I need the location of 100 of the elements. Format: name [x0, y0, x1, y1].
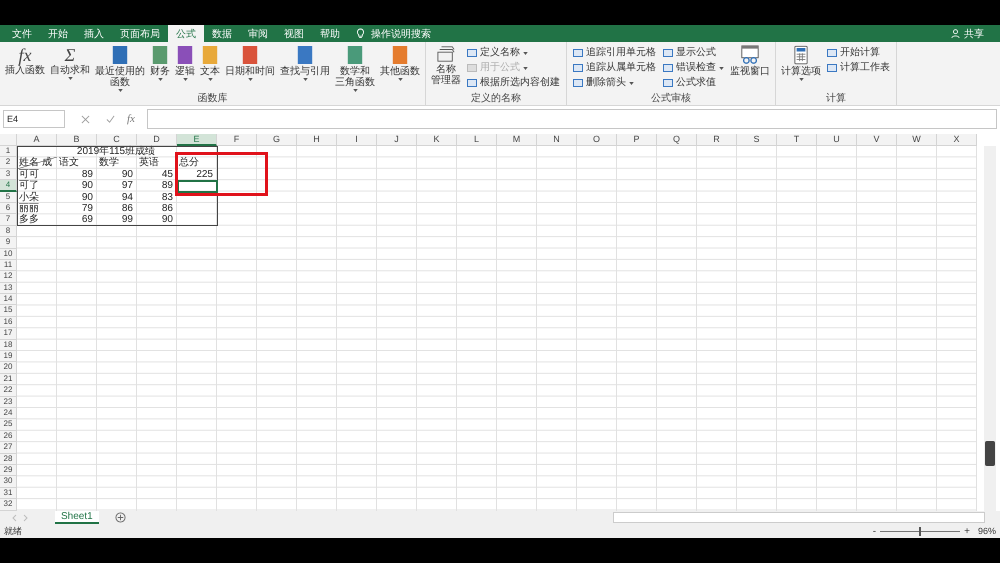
row-header[interactable]: 18 [0, 340, 17, 352]
share-button[interactable]: 共享 [962, 26, 986, 40]
row-header[interactable]: 8 [0, 226, 17, 238]
column-header[interactable]: F [217, 134, 257, 146]
row-header[interactable]: 6 [0, 202, 17, 214]
vertical-scrollbar[interactable] [984, 146, 996, 511]
sheet-tab[interactable]: Sheet1 [55, 511, 99, 524]
ribbon-tab[interactable]: 开始 [40, 25, 76, 42]
column-header[interactable]: P [617, 134, 657, 146]
ribbon-button[interactable]: 计算工作表 [824, 61, 893, 74]
ribbon-tab[interactable]: 页面布局 [112, 25, 168, 42]
ribbon-tab[interactable]: 公式 [168, 25, 204, 42]
zoom-level[interactable]: 96% [978, 526, 996, 536]
ribbon-button[interactable]: 计算选项 [779, 44, 823, 82]
ribbon-button[interactable]: 逻辑 [173, 44, 197, 82]
active-cell[interactable] [177, 180, 218, 193]
row-header[interactable]: 25 [0, 419, 17, 431]
row-header[interactable]: 12 [0, 271, 17, 283]
row-header[interactable]: 10 [0, 248, 17, 260]
column-header[interactable]: M [497, 134, 537, 146]
row-header[interactable]: 30 [0, 476, 17, 488]
ribbon-button[interactable]: 追踪引用单元格 [570, 46, 659, 59]
column-header[interactable]: L [457, 134, 497, 146]
add-sheet-icon[interactable] [114, 512, 126, 523]
column-header[interactable]: N [537, 134, 577, 146]
row-header[interactable]: 5 [0, 192, 17, 203]
ribbon-button[interactable]: 日期和时间 [223, 44, 277, 82]
ribbon-button[interactable]: Σ 自动求和 [48, 44, 92, 81]
column-header[interactable]: T [777, 134, 817, 146]
row-header[interactable]: 13 [0, 282, 17, 294]
ribbon-tab[interactable]: 数据 [204, 25, 240, 42]
row-header[interactable]: 16 [0, 316, 17, 328]
check-icon[interactable] [106, 114, 115, 124]
row-header[interactable]: 31 [0, 488, 17, 500]
row-header[interactable]: 2 [0, 157, 17, 169]
ribbon-tab[interactable]: 帮助 [312, 25, 348, 42]
column-header[interactable]: D [137, 134, 177, 146]
column-header[interactable]: J [377, 134, 417, 146]
ribbon-button[interactable]: 删除箭头 [570, 76, 659, 89]
ribbon-button[interactable]: 显示公式 [660, 46, 727, 59]
sheet-nav-icon[interactable] [10, 514, 30, 522]
row-header[interactable]: 29 [0, 464, 17, 476]
row-header[interactable]: 21 [0, 374, 17, 386]
ribbon-button[interactable]: 查找与引用 [278, 44, 332, 82]
ribbon-button[interactable]: 最近使用的 函数 [93, 44, 147, 93]
row-header[interactable]: 4 [0, 180, 17, 192]
column-header[interactable]: A [17, 134, 57, 146]
ribbon-tab[interactable]: 文件 [4, 25, 40, 42]
ribbon-button[interactable]: 文本 [198, 44, 222, 82]
column-header[interactable]: K [417, 134, 457, 146]
row-header[interactable]: 22 [0, 385, 17, 397]
row-header[interactable]: 19 [0, 351, 17, 362]
search-label[interactable]: 操作说明搜索 [371, 26, 431, 40]
ribbon-button[interactable]: 追踪从属单元格 [570, 61, 659, 74]
column-header[interactable]: C [97, 134, 137, 146]
column-header[interactable]: G [257, 134, 297, 146]
row-header[interactable]: 1 [0, 146, 17, 158]
column-header[interactable]: E [177, 134, 217, 146]
ribbon-tab[interactable]: 审阅 [240, 25, 276, 42]
ribbon-tab[interactable]: 插入 [76, 25, 112, 42]
row-header[interactable]: 3 [0, 168, 17, 180]
row-header[interactable]: 17 [0, 328, 17, 340]
ribbon-button[interactable]: 定义名称 [464, 46, 563, 59]
row-header[interactable]: 11 [0, 260, 17, 272]
ribbon-button[interactable]: 数学和 三角函数 [333, 44, 377, 93]
zoom-out-button[interactable]: - [868, 526, 880, 536]
row-header[interactable]: 20 [0, 362, 17, 374]
column-header[interactable]: W [897, 134, 937, 146]
row-header[interactable]: 27 [0, 442, 17, 454]
name-box[interactable]: E4 [3, 110, 65, 128]
row-header[interactable]: 28 [0, 454, 17, 465]
row-header[interactable]: 32 [0, 499, 17, 510]
ribbon-tab[interactable]: 视图 [276, 25, 312, 42]
column-header[interactable]: U [817, 134, 857, 146]
row-header[interactable]: 15 [0, 305, 17, 317]
ribbon-button[interactable]: 其他函数 [378, 44, 422, 82]
column-header[interactable]: X [937, 134, 977, 146]
ribbon-button[interactable]: fx 插入函数 [3, 44, 47, 77]
zoom-in-button[interactable]: + [960, 526, 974, 536]
column-header[interactable]: I [337, 134, 377, 146]
column-header[interactable]: Q [657, 134, 697, 146]
formula-input[interactable] [146, 109, 997, 129]
column-header[interactable]: H [297, 134, 337, 146]
row-header[interactable]: 7 [0, 214, 17, 226]
ribbon-button[interactable]: 名称 管理器 [429, 44, 463, 87]
column-header[interactable]: R [697, 134, 737, 146]
ribbon-button[interactable]: 财务 [148, 44, 172, 82]
column-header[interactable]: S [737, 134, 777, 146]
insert-function-button[interactable]: fx [127, 113, 135, 125]
column-header[interactable]: B [57, 134, 97, 146]
ribbon-button[interactable]: 公式求值 [660, 76, 727, 89]
row-header[interactable]: 26 [0, 430, 17, 442]
column-header[interactable]: O [577, 134, 617, 146]
ribbon-button[interactable]: 开始计算 [824, 46, 893, 59]
row-header[interactable]: 23 [0, 396, 17, 408]
cancel-icon[interactable] [81, 114, 90, 124]
row-header[interactable]: 9 [0, 237, 17, 249]
row-header[interactable]: 14 [0, 294, 17, 306]
ribbon-button[interactable]: 监视窗口 [728, 44, 772, 78]
horizontal-scrollbar[interactable] [613, 512, 985, 523]
